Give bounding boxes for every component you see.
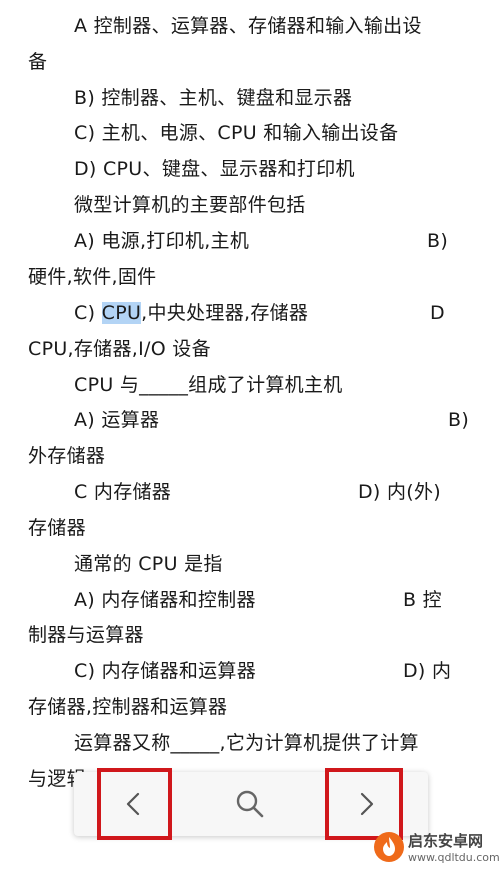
text-line: 硬件,软件,固件: [28, 266, 157, 288]
search-icon: [236, 790, 264, 818]
search-button[interactable]: [216, 772, 284, 836]
text-line: C) CPU,中央处理器,存储器: [74, 300, 308, 326]
annotation-highlight-box: [97, 768, 172, 840]
text-line: 存储器,控制器和运算器: [28, 696, 228, 718]
text-line: CPU 与_____组成了计算机主机: [74, 374, 343, 396]
text-line: A) 电源,打印机,主机: [74, 230, 250, 252]
text-span: ,中央处理器,存储器: [141, 302, 309, 324]
text-line: A) 运算器: [74, 409, 160, 431]
text-line: C 内存储器: [74, 481, 172, 503]
text-line: 通常的 CPU 是指: [74, 553, 223, 575]
text-line: CPU,存储器,I/O 设备: [28, 338, 211, 360]
text-line: 制器与运算器: [28, 624, 144, 646]
text-line: 外存储器: [28, 445, 106, 467]
text-line: 运算器又称_____,它为计算机提供了计算: [74, 732, 419, 754]
watermark: 启东安卓网 www.qdltdu.com: [374, 828, 500, 868]
selected-text-highlight[interactable]: CPU: [101, 302, 142, 324]
text-line: C) 内存储器和运算器: [74, 660, 257, 682]
text-span: C): [74, 302, 102, 324]
text-line: D) 内(外): [358, 481, 442, 503]
watermark-title: 启东安卓网: [408, 832, 484, 850]
text-line: 存储器: [28, 517, 86, 539]
text-line: 备: [28, 51, 48, 73]
watermark-url: www.qdltdu.com: [408, 851, 500, 864]
text-line: B): [427, 230, 449, 252]
text-line: D) 内: [403, 660, 452, 682]
text-line: D: [430, 302, 445, 324]
text-line: B 控: [403, 589, 442, 611]
text-line: C) 主机、电源、CPU 和输入输出设备: [74, 122, 399, 144]
text-line: D) CPU、键盘、显示器和打印机: [74, 158, 355, 180]
text-line: B): [448, 409, 470, 431]
document-page: A 控制器、运算器、存储器和输入输出设 备 B) 控制器、主机、键盘和显示器 C…: [0, 0, 500, 871]
text-line: B) 控制器、主机、键盘和显示器: [74, 87, 353, 109]
flame-logo-icon: [374, 832, 404, 862]
text-line: 微型计算机的主要部件包括: [74, 194, 306, 216]
text-line: A) 内存储器和控制器: [74, 589, 256, 611]
text-line: A 控制器、运算器、存储器和输入输出设: [74, 15, 422, 37]
